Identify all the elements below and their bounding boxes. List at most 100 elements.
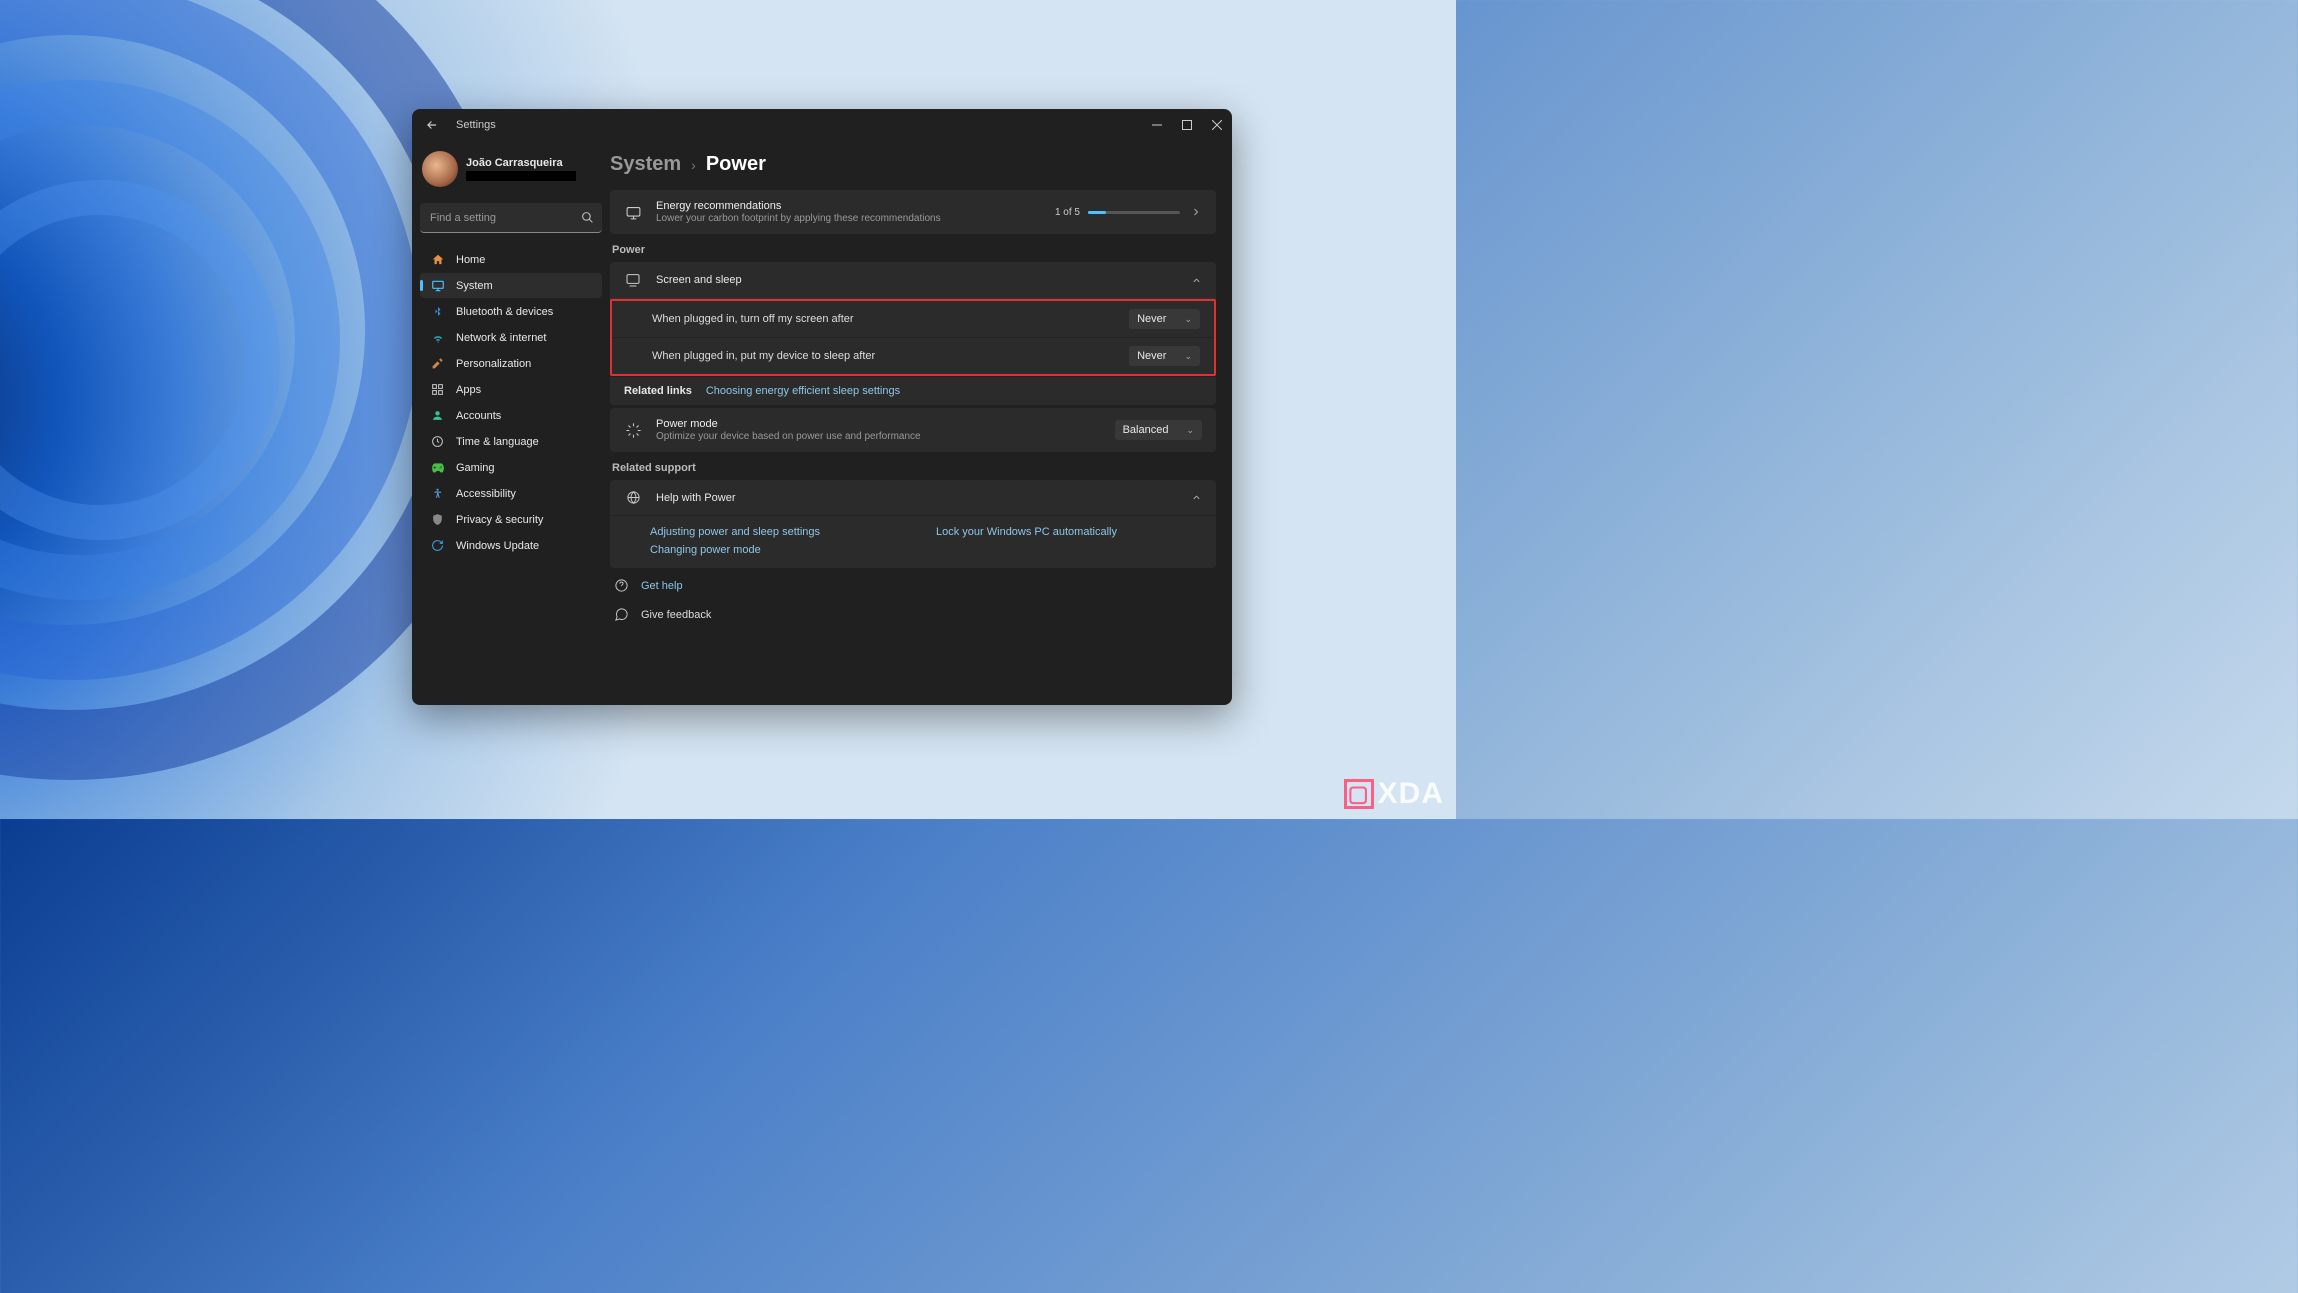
screen-off-dropdown[interactable]: Never ⌄	[1129, 309, 1200, 329]
window-title: Settings	[456, 119, 496, 131]
power-mode-icon	[624, 422, 642, 439]
sidebar-item-label: Apps	[456, 384, 481, 396]
sidebar-item-gaming[interactable]: Gaming	[420, 455, 602, 480]
chevron-right-icon: ›	[691, 157, 696, 173]
gaming-icon	[430, 460, 445, 475]
power-mode-dropdown[interactable]: Balanced ⌄	[1115, 420, 1202, 440]
energy-icon	[624, 204, 642, 221]
avatar	[422, 151, 458, 187]
help-icon	[614, 578, 629, 593]
give-feedback-link[interactable]: Give feedback	[610, 603, 1216, 626]
related-links-row: Related links Choosing energy efficient …	[610, 376, 1216, 405]
help-link-adjusting[interactable]: Adjusting power and sleep settings	[650, 526, 916, 538]
energy-sub: Lower your carbon footprint by applying …	[656, 213, 1041, 224]
close-button[interactable]	[1202, 109, 1232, 141]
sidebar: João Carrasqueira Home System Bluetooth & …	[412, 141, 610, 705]
energy-title: Energy recommendations	[656, 200, 1041, 212]
breadcrumb-parent[interactable]: System	[610, 153, 681, 176]
sidebar-item-accounts[interactable]: Accounts	[420, 403, 602, 428]
help-title: Help with Power	[656, 492, 1177, 504]
sleep-value: Never	[1137, 350, 1166, 362]
globe-icon	[624, 490, 642, 505]
chevron-down-icon: ⌄	[1184, 351, 1192, 362]
sidebar-item-label: Home	[456, 254, 485, 266]
power-section-label: Power	[612, 244, 1216, 256]
sidebar-item-personalization[interactable]: Personalization	[420, 351, 602, 376]
accessibility-icon	[430, 486, 445, 501]
bluetooth-icon	[430, 304, 445, 319]
sidebar-item-network-internet[interactable]: Network & internet	[420, 325, 602, 350]
sidebar-item-label: Gaming	[456, 462, 495, 474]
main-content: System › Power Energy recommendations Lo…	[610, 141, 1232, 705]
sidebar-item-home[interactable]: Home	[420, 247, 602, 272]
energy-recommendations-card[interactable]: Energy recommendations Lower your carbon…	[610, 190, 1216, 234]
profile-email-redacted	[466, 171, 576, 181]
sidebar-item-label: Windows Update	[456, 540, 539, 552]
back-button[interactable]	[420, 113, 444, 137]
energy-progress-bar	[1088, 211, 1180, 214]
sidebar-item-accessibility[interactable]: Accessibility	[420, 481, 602, 506]
help-header[interactable]: Help with Power	[610, 480, 1216, 515]
breadcrumb: System › Power	[610, 153, 1216, 176]
profile-name: João Carrasqueira	[466, 157, 576, 169]
network-icon	[430, 330, 445, 345]
power-mode-value: Balanced	[1123, 424, 1169, 436]
related-links-label: Related links	[624, 385, 692, 397]
chevron-down-icon: ⌄	[1186, 425, 1194, 436]
related-link-sleep-settings[interactable]: Choosing energy efficient sleep settings	[706, 385, 900, 397]
chevron-up-icon	[1191, 492, 1202, 503]
time-language-icon	[430, 434, 445, 449]
screen-sleep-title: Screen and sleep	[656, 274, 1177, 286]
sidebar-item-label: Accessibility	[456, 488, 516, 500]
sidebar-item-system[interactable]: System	[420, 273, 602, 298]
help-link-changing[interactable]: Changing power mode	[650, 544, 916, 556]
chevron-up-icon	[1191, 275, 1202, 286]
sidebar-item-privacy-security[interactable]: Privacy & security	[420, 507, 602, 532]
screen-off-row: When plugged in, turn off my screen afte…	[612, 301, 1214, 337]
highlight-annotation: When plugged in, turn off my screen afte…	[610, 299, 1216, 376]
sidebar-item-label: Bluetooth & devices	[456, 306, 553, 318]
sleep-label: When plugged in, put my device to sleep …	[652, 350, 1129, 362]
settings-window: Settings João Carrasqueira HomeS	[412, 109, 1232, 705]
apps-icon	[430, 382, 445, 397]
sidebar-item-label: Personalization	[456, 358, 531, 370]
chevron-right-icon	[1190, 206, 1202, 218]
nav-list: Home System Bluetooth & devices Network & i…	[420, 247, 602, 558]
accounts-icon	[430, 408, 445, 423]
power-mode-card: Power mode Optimize your device based on…	[610, 408, 1216, 452]
sidebar-item-label: Privacy & security	[456, 514, 543, 526]
sidebar-item-windows-update[interactable]: Windows Update	[420, 533, 602, 558]
profile-block[interactable]: João Carrasqueira	[420, 147, 602, 195]
energy-progress-text: 1 of 5	[1055, 207, 1080, 218]
sidebar-item-label: Time & language	[456, 436, 539, 448]
sidebar-item-time-language[interactable]: Time & language	[420, 429, 602, 454]
help-expander: Help with Power Adjusting power and slee…	[610, 480, 1216, 568]
maximize-button[interactable]	[1172, 109, 1202, 141]
personalization-icon	[430, 356, 445, 371]
sidebar-item-label: System	[456, 280, 493, 292]
update-icon	[430, 538, 445, 553]
related-support-label: Related support	[612, 462, 1216, 474]
titlebar: Settings	[412, 109, 1232, 141]
breadcrumb-current: Power	[706, 153, 766, 176]
feedback-icon	[614, 607, 629, 622]
give-feedback-label: Give feedback	[641, 609, 711, 621]
screen-off-label: When plugged in, turn off my screen afte…	[652, 313, 1129, 325]
sleep-dropdown[interactable]: Never ⌄	[1129, 346, 1200, 366]
screen-icon	[624, 272, 642, 288]
sidebar-item-bluetooth-devices[interactable]: Bluetooth & devices	[420, 299, 602, 324]
minimize-button[interactable]	[1142, 109, 1172, 141]
watermark: ▢ XDA	[1344, 777, 1444, 811]
get-help-link[interactable]: Get help	[610, 574, 1216, 597]
search-icon	[581, 211, 594, 224]
system-icon	[430, 278, 445, 293]
sleep-row: When plugged in, put my device to sleep …	[612, 337, 1214, 374]
sidebar-item-label: Network & internet	[456, 332, 546, 344]
help-link-lock[interactable]: Lock your Windows PC automatically	[936, 526, 1202, 538]
screen-off-value: Never	[1137, 313, 1166, 325]
search-input[interactable]	[420, 203, 602, 233]
screen-sleep-header[interactable]: Screen and sleep	[610, 262, 1216, 298]
home-icon	[430, 252, 445, 267]
sidebar-item-label: Accounts	[456, 410, 501, 422]
sidebar-item-apps[interactable]: Apps	[420, 377, 602, 402]
